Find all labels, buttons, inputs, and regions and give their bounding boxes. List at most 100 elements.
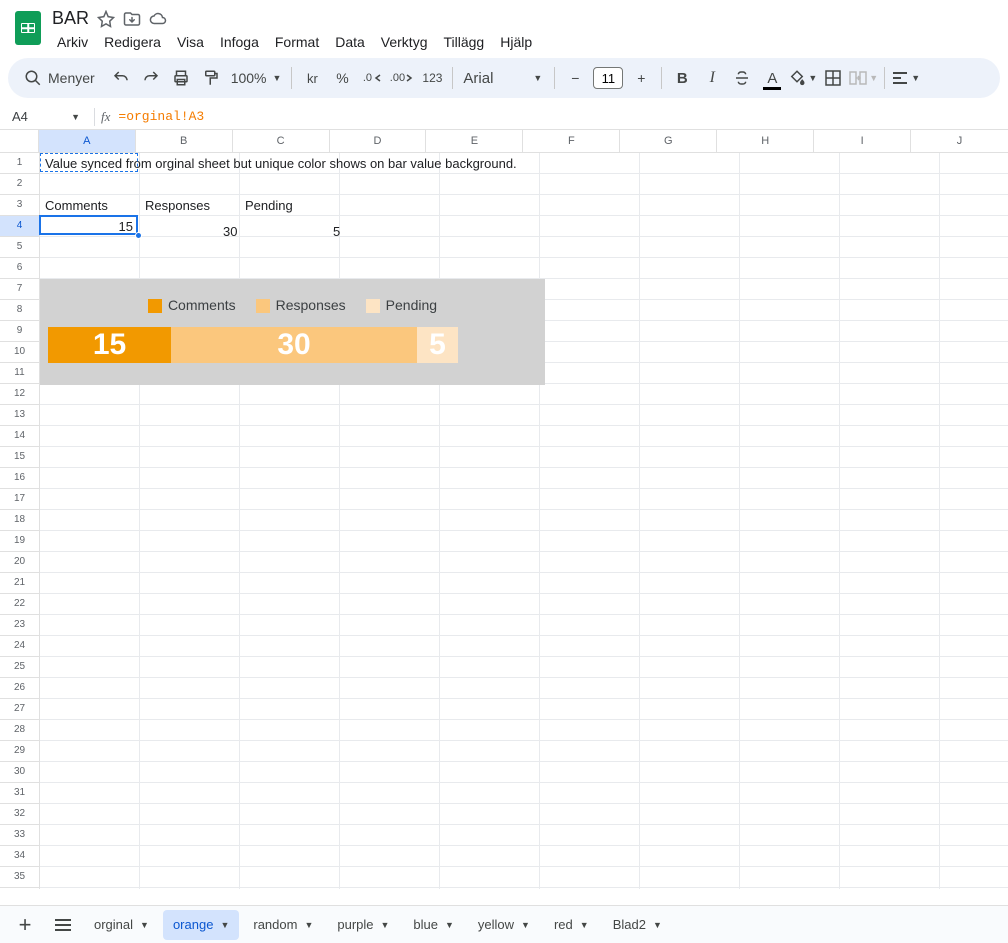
embedded-chart[interactable]: CommentsResponsesPending15305 bbox=[40, 279, 545, 385]
increase-decimal-button[interactable]: .00 bbox=[388, 64, 416, 92]
strikethrough-button[interactable] bbox=[728, 64, 756, 92]
col-header-D[interactable]: D bbox=[330, 130, 427, 152]
sheet-tab-red[interactable]: red ▼ bbox=[544, 910, 599, 940]
cell[interactable]: Pending bbox=[242, 196, 296, 215]
sheet-tab-orginal[interactable]: orginal ▼ bbox=[84, 910, 159, 940]
col-header-C[interactable]: C bbox=[233, 130, 330, 152]
row-header-24[interactable]: 24 bbox=[0, 636, 39, 657]
col-header-J[interactable]: J bbox=[911, 130, 1008, 152]
menu-visa[interactable]: Visa bbox=[170, 30, 211, 54]
row-header-23[interactable]: 23 bbox=[0, 615, 39, 636]
star-icon[interactable] bbox=[97, 10, 115, 28]
fill-handle[interactable] bbox=[135, 232, 142, 239]
row-header-20[interactable]: 20 bbox=[0, 552, 39, 573]
row-header-15[interactable]: 15 bbox=[0, 447, 39, 468]
row-header-21[interactable]: 21 bbox=[0, 573, 39, 594]
col-header-F[interactable]: F bbox=[523, 130, 620, 152]
menu-arkiv[interactable]: Arkiv bbox=[50, 30, 95, 54]
col-header-I[interactable]: I bbox=[814, 130, 911, 152]
row-header-35[interactable]: 35 bbox=[0, 867, 39, 888]
cells-area[interactable]: Value synced from orginal sheet but uniq… bbox=[40, 153, 1008, 889]
menu-data[interactable]: Data bbox=[328, 30, 372, 54]
row-header-22[interactable]: 22 bbox=[0, 594, 39, 615]
row-header-34[interactable]: 34 bbox=[0, 846, 39, 867]
bold-button[interactable]: B bbox=[668, 64, 696, 92]
row-header-18[interactable]: 18 bbox=[0, 510, 39, 531]
sheet-tab-orange[interactable]: orange ▼ bbox=[163, 910, 239, 940]
add-sheet-button[interactable]: + bbox=[8, 910, 42, 940]
menu-redigera[interactable]: Redigera bbox=[97, 30, 168, 54]
formula-input[interactable]: =orginal!A3 bbox=[118, 109, 1008, 124]
sheet-tab-random[interactable]: random ▼ bbox=[243, 910, 323, 940]
text-color-button[interactable]: A bbox=[758, 64, 786, 92]
row-header-8[interactable]: 8 bbox=[0, 300, 39, 321]
font-select[interactable]: Arial bbox=[459, 70, 529, 87]
row-header-13[interactable]: 13 bbox=[0, 405, 39, 426]
cell[interactable]: 5 bbox=[330, 222, 343, 241]
row-header-31[interactable]: 31 bbox=[0, 783, 39, 804]
italic-button[interactable]: I bbox=[698, 64, 726, 92]
cell[interactable]: Comments bbox=[42, 196, 111, 215]
row-header-25[interactable]: 25 bbox=[0, 657, 39, 678]
cell[interactable]: Responses bbox=[142, 196, 213, 215]
col-header-G[interactable]: G bbox=[620, 130, 717, 152]
search-menus-button[interactable]: Menyer bbox=[18, 63, 105, 93]
horizontal-align-button[interactable]: ▼ bbox=[891, 64, 920, 92]
select-all-corner[interactable] bbox=[0, 130, 39, 152]
row-header-32[interactable]: 32 bbox=[0, 804, 39, 825]
move-icon[interactable] bbox=[123, 10, 141, 28]
sheet-tab-yellow[interactable]: yellow ▼ bbox=[468, 910, 540, 940]
sheet-tab-blue[interactable]: blue ▼ bbox=[403, 910, 464, 940]
row-header-1[interactable]: 1 bbox=[0, 153, 39, 174]
sheets-logo[interactable] bbox=[8, 8, 48, 48]
merge-button[interactable]: ▼ bbox=[849, 64, 878, 92]
row-header-3[interactable]: 3 bbox=[0, 195, 39, 216]
row-header-26[interactable]: 26 bbox=[0, 678, 39, 699]
active-cell[interactable] bbox=[39, 215, 138, 235]
font-size-input[interactable] bbox=[593, 67, 623, 89]
row-header-27[interactable]: 27 bbox=[0, 699, 39, 720]
row-header-7[interactable]: 7 bbox=[0, 279, 39, 300]
row-header-14[interactable]: 14 bbox=[0, 426, 39, 447]
col-header-B[interactable]: B bbox=[136, 130, 233, 152]
borders-button[interactable] bbox=[819, 64, 847, 92]
row-header-28[interactable]: 28 bbox=[0, 720, 39, 741]
decrease-decimal-button[interactable]: .0 bbox=[358, 64, 386, 92]
menu-verktyg[interactable]: Verktyg bbox=[374, 30, 435, 54]
percent-button[interactable]: % bbox=[328, 64, 356, 92]
fill-color-button[interactable]: ▼ bbox=[788, 64, 817, 92]
row-header-30[interactable]: 30 bbox=[0, 762, 39, 783]
row-header-10[interactable]: 10 bbox=[0, 342, 39, 363]
row-header-33[interactable]: 33 bbox=[0, 825, 39, 846]
all-sheets-button[interactable] bbox=[46, 910, 80, 940]
row-header-29[interactable]: 29 bbox=[0, 741, 39, 762]
col-header-H[interactable]: H bbox=[717, 130, 814, 152]
print-button[interactable] bbox=[167, 64, 195, 92]
row-header-12[interactable]: 12 bbox=[0, 384, 39, 405]
menu-hjalp[interactable]: Hjälp bbox=[493, 30, 539, 54]
row-header-16[interactable]: 16 bbox=[0, 468, 39, 489]
row-header-5[interactable]: 5 bbox=[0, 237, 39, 258]
increase-fontsize-button[interactable]: + bbox=[627, 64, 655, 92]
row-header-9[interactable]: 9 bbox=[0, 321, 39, 342]
undo-button[interactable] bbox=[107, 64, 135, 92]
menu-format[interactable]: Format bbox=[268, 30, 326, 54]
row-header-6[interactable]: 6 bbox=[0, 258, 39, 279]
decrease-fontsize-button[interactable]: − bbox=[561, 64, 589, 92]
paint-format-button[interactable] bbox=[197, 64, 225, 92]
sheet-tab-purple[interactable]: purple ▼ bbox=[327, 910, 399, 940]
menu-tillagg[interactable]: Tillägg bbox=[437, 30, 492, 54]
cell[interactable]: 30 bbox=[220, 222, 240, 241]
doc-title[interactable]: BAR bbox=[52, 8, 89, 29]
row-header-17[interactable]: 17 bbox=[0, 489, 39, 510]
zoom-select[interactable]: 100%▼ bbox=[227, 70, 286, 86]
row-header-19[interactable]: 19 bbox=[0, 531, 39, 552]
col-header-A[interactable]: A bbox=[39, 130, 136, 152]
row-header-4[interactable]: 4 bbox=[0, 216, 39, 237]
row-header-11[interactable]: 11 bbox=[0, 363, 39, 384]
redo-button[interactable] bbox=[137, 64, 165, 92]
sheet-tab-Blad2[interactable]: Blad2 ▼ bbox=[603, 910, 672, 940]
cloud-icon[interactable] bbox=[149, 10, 167, 28]
currency-button[interactable]: kr bbox=[298, 64, 326, 92]
menu-infoga[interactable]: Infoga bbox=[213, 30, 266, 54]
